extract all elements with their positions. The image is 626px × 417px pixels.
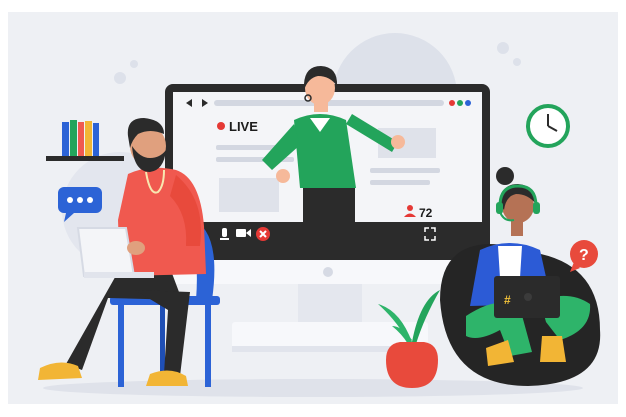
image-placeholder [219, 178, 279, 212]
question-mark: ? [579, 247, 589, 264]
end-call-icon[interactable] [256, 227, 270, 241]
window-dot-blue[interactable] [465, 100, 471, 106]
monitor-neck [298, 284, 362, 324]
presenter-pants [303, 185, 355, 260]
viewer-icon [407, 205, 413, 211]
presenter-jacket [294, 114, 356, 188]
live-dot [217, 122, 225, 130]
live-label: LIVE [229, 119, 258, 134]
presenter-hand [391, 135, 405, 149]
woman-laptop: # [494, 276, 560, 318]
window-dot-red[interactable] [449, 100, 455, 106]
text-line [370, 180, 430, 185]
woman-hair-bun [496, 167, 514, 185]
deco-dot [513, 58, 521, 66]
illustration-canvas: LIVE 72 # ? [8, 12, 618, 404]
deco-dot [130, 60, 138, 68]
laptop-sticker: # [504, 293, 511, 307]
online-class-illustration: LIVE 72 # ? [0, 0, 626, 417]
text-line [370, 168, 440, 173]
deco-dot [114, 72, 126, 84]
viewer-count-number: 72 [419, 206, 433, 220]
deco-dot [497, 42, 509, 54]
plant-pot [386, 342, 438, 388]
clock-icon [526, 104, 570, 148]
window-dot-green[interactable] [457, 100, 463, 106]
